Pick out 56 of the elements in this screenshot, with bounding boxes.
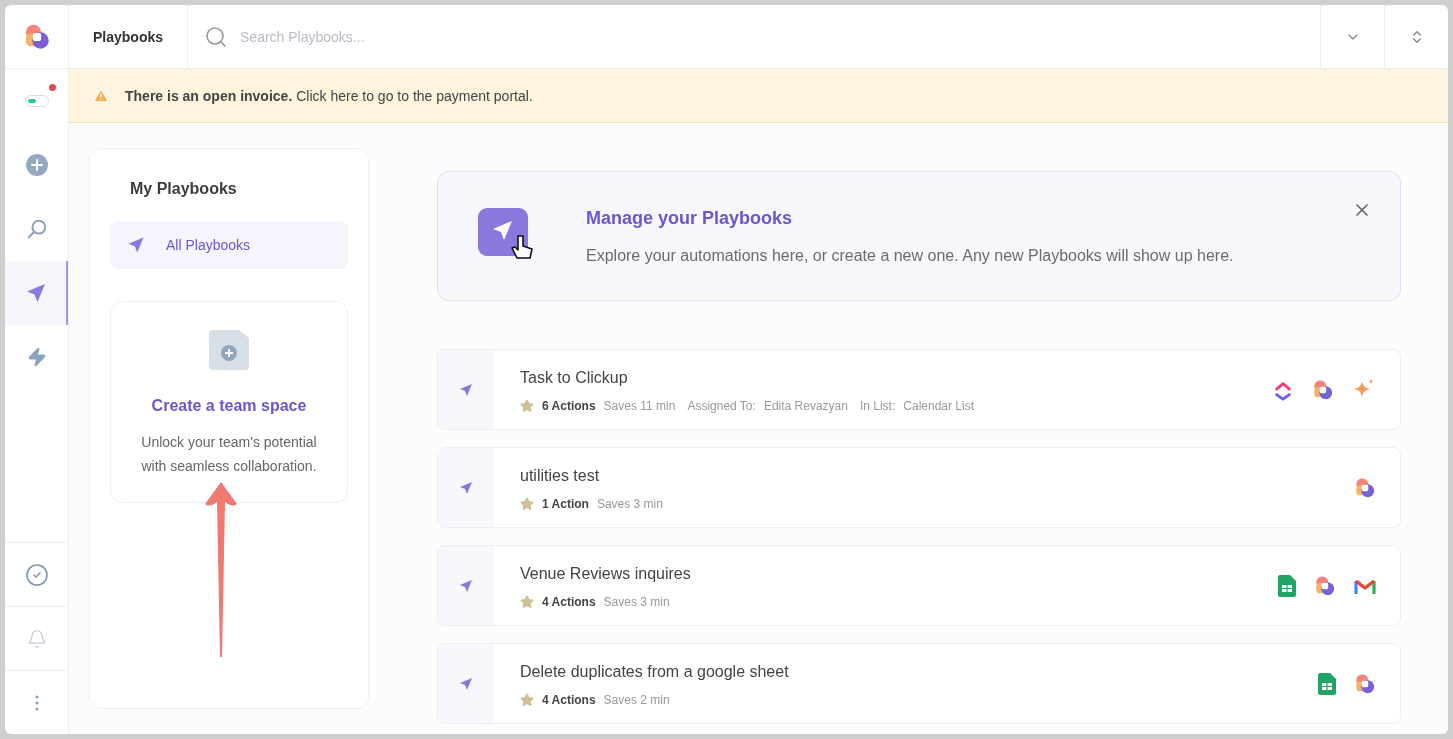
paper-plane-icon (458, 381, 474, 398)
search-icon (204, 24, 229, 49)
star-icon (520, 496, 534, 511)
lightning-icon (26, 347, 47, 367)
more-icon (34, 694, 39, 711)
paper-plane-icon (458, 675, 474, 692)
page-title: Playbooks (93, 27, 164, 47)
playbook-row[interactable]: utilities test 1 Action Saves 3 min (437, 447, 1401, 528)
team-space-description: Unlock your team's potential with seamless collaboration. (140, 433, 318, 476)
playbook-row[interactable]: Delete duplicates from a google sheet 4 Actions Saves 2 min (437, 643, 1401, 724)
spreadsheet-icon (1318, 672, 1336, 695)
bell-icon (26, 628, 47, 649)
star-icon (520, 692, 534, 707)
star-icon (520, 594, 534, 609)
promo-description: Explore your automations here, or create a new one. Any new Playbooks will show up here. (586, 246, 1234, 266)
sidebar-title: My Playbooks (129, 179, 238, 199)
meta-value: Calendar List (903, 397, 974, 414)
paper-plane-icon (458, 479, 474, 496)
create-team-space-link[interactable]: Create a team space (151, 394, 307, 418)
action-count: 4 Actions (542, 593, 596, 610)
paper-plane-icon (458, 577, 474, 594)
time-saved: Saves 2 min (603, 691, 670, 708)
meta-label: Assigned To: (687, 397, 756, 414)
search-icon (25, 218, 48, 240)
toggle-icon (24, 95, 49, 107)
banner-message: There is an open invoice. Click here to go to the payment portal. (125, 86, 533, 106)
overlapping-shapes-icon (1354, 476, 1376, 499)
rail-button[interactable] (5, 261, 68, 325)
warning-icon (93, 87, 109, 104)
star-icon (520, 398, 534, 413)
overlapping-shapes-icon (1354, 672, 1376, 695)
folder-plus-icon (209, 330, 249, 370)
promo-title: Manage your Playbooks (586, 207, 794, 230)
playbook-row[interactable]: Task to Clickup 6 Actions Saves 11 min Assigned To: Edita Revazyan In List: Calendar List (437, 349, 1401, 430)
check-circle-icon (24, 562, 49, 587)
overlapping-shapes-icon (1312, 378, 1334, 401)
overlapping-shapes-icon (1314, 574, 1336, 597)
playbook-name: Delete duplicates from a google sheet (520, 661, 790, 682)
sidebar-item[interactable]: All Playbooks (110, 221, 348, 269)
action-count: 6 Actions (542, 397, 596, 414)
paper-plane-icon (126, 235, 146, 255)
meta-value: Edita Revazyan (763, 397, 848, 414)
meta-label: In List: (859, 397, 896, 414)
action-count: 4 Actions (542, 691, 596, 708)
playbook-name: Venue Reviews inquires (520, 563, 692, 584)
invoice-banner[interactable]: There is an open invoice. Click here to go to the payment portal. (69, 69, 1448, 123)
spreadsheet-icon (1278, 574, 1296, 597)
search-field[interactable]: Search Playbooks... (240, 26, 1304, 47)
plus-circle-icon (24, 153, 49, 177)
time-saved: Saves 3 min (603, 593, 670, 610)
playbook-name: Task to Clickup (520, 367, 629, 388)
playbook-name: utilities test (520, 465, 601, 486)
time-saved: Saves 3 min (596, 495, 663, 512)
time-saved: Saves 11 min (603, 397, 676, 414)
playbook-row[interactable]: Venue Reviews inquires 4 Actions Saves 3 min (437, 545, 1401, 626)
action-count: 1 Action (542, 495, 589, 512)
